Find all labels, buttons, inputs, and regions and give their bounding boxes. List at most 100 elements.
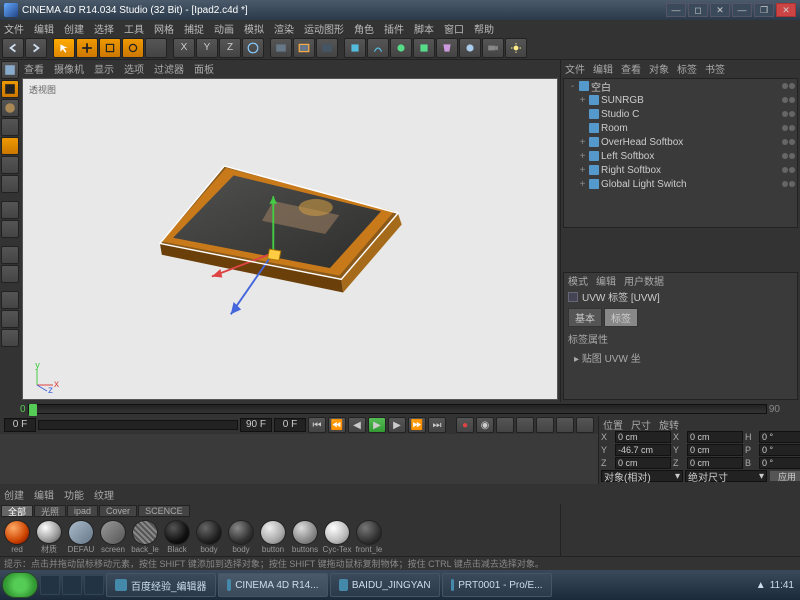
material-screen[interactable]: screen [98, 520, 128, 554]
coord-X-size[interactable]: 0 cm [687, 431, 743, 443]
key-pos-button[interactable] [496, 417, 514, 433]
deformer-object[interactable] [436, 38, 458, 58]
workplane-z[interactable] [1, 329, 19, 347]
coord-Y-size[interactable]: 0 cm [687, 444, 743, 456]
mattab-Cover[interactable]: Cover [99, 505, 137, 517]
key-pla-button[interactable] [576, 417, 594, 433]
menu-动画[interactable]: 动画 [214, 21, 234, 36]
spline-pen[interactable] [367, 38, 389, 58]
material-body[interactable]: body [194, 520, 224, 554]
coord-Z-size[interactable]: 0 cm [687, 457, 743, 469]
nurbs-object[interactable] [390, 38, 412, 58]
matmenu-编辑[interactable]: 编辑 [34, 487, 54, 502]
material-DEFAU[interactable]: DEFAU [66, 520, 96, 554]
quicklaunch-2[interactable] [62, 575, 82, 595]
material-red[interactable]: red [2, 520, 32, 554]
z-axis-lock[interactable]: Z [219, 38, 241, 58]
render-region[interactable] [293, 38, 315, 58]
menu-帮助[interactable]: 帮助 [474, 21, 494, 36]
coord-mode-1[interactable]: 对象(相对)▾ [601, 470, 683, 482]
primitive-cube[interactable] [344, 38, 366, 58]
tree-item[interactable]: +Left Softbox [564, 149, 797, 163]
close-button[interactable]: ✕ [776, 3, 796, 17]
range-slider[interactable] [38, 420, 238, 430]
coord-Y-pos[interactable]: -46.7 cm [615, 444, 671, 456]
menu-文件[interactable]: 文件 [4, 21, 24, 36]
minimize-outer-button[interactable]: — [732, 3, 752, 17]
material-list[interactable]: red材质DEFAUscreenback_leBlackbodybodybutt… [0, 518, 560, 556]
attr-uvw-row[interactable]: 贴图 UVW 坐 [582, 354, 641, 365]
task-item[interactable]: CINEMA 4D R14... [218, 573, 328, 597]
tree-item[interactable]: +Global Light Switch [564, 177, 797, 191]
next-frame-button[interactable]: ▶ [388, 417, 406, 433]
mattab-SCENCE[interactable]: SCENCE [138, 505, 190, 517]
material-front_le[interactable]: front_le [354, 520, 384, 554]
coord-X-pos[interactable]: 0 cm [615, 431, 671, 443]
task-item[interactable]: PRT0001 - Pro/E... [442, 573, 552, 597]
menu-渲染[interactable]: 渲染 [274, 21, 294, 36]
viewport[interactable]: 透视图 [22, 78, 558, 400]
axis-mode[interactable] [1, 201, 19, 219]
matmenu-创建[interactable]: 创建 [4, 487, 24, 502]
menu-模拟[interactable]: 模拟 [244, 21, 264, 36]
edge-mode[interactable] [1, 156, 19, 174]
snap-toggle[interactable] [1, 246, 19, 264]
key-param-button[interactable] [556, 417, 574, 433]
make-editable[interactable] [1, 61, 19, 79]
menu-窗口[interactable]: 窗口 [444, 21, 464, 36]
restore-button[interactable]: ❐ [754, 3, 774, 17]
mattab-ipad[interactable]: ipad [67, 505, 98, 517]
object-tree[interactable]: -空白+SUNRGBStudio CRoom+OverHead Softbox+… [563, 78, 798, 228]
objtab-文件[interactable]: 文件 [565, 61, 585, 76]
light-object[interactable] [505, 38, 527, 58]
quicklaunch-3[interactable] [84, 575, 104, 595]
vpmenu-查看[interactable]: 查看 [24, 61, 44, 76]
tray-icon[interactable]: ▲ [756, 580, 766, 591]
prev-key-button[interactable]: ⏪ [328, 417, 346, 433]
menu-角色[interactable]: 角色 [354, 21, 374, 36]
material-button[interactable]: button [258, 520, 288, 554]
attrbtn-标签[interactable]: 标签 [604, 308, 638, 327]
undo-button[interactable] [2, 38, 24, 58]
redo-button[interactable] [25, 38, 47, 58]
generator-object[interactable] [413, 38, 435, 58]
environment-object[interactable] [459, 38, 481, 58]
clock[interactable]: 11:41 [770, 580, 794, 591]
material-back_le[interactable]: back_le [130, 520, 160, 554]
coord-P-rot[interactable]: 0 ° [759, 444, 800, 456]
coord-Z-pos[interactable]: 0 cm [615, 457, 671, 469]
menu-插件[interactable]: 插件 [384, 21, 404, 36]
rotate-tool[interactable] [122, 38, 144, 58]
menu-运动图形[interactable]: 运动图形 [304, 21, 344, 36]
close-inner-button[interactable]: ✕ [710, 3, 730, 17]
key-rot-button[interactable] [536, 417, 554, 433]
timeline[interactable]: 0 90 [0, 402, 800, 416]
frame-start-input[interactable]: 0 F [4, 418, 36, 432]
camera-object[interactable] [482, 38, 504, 58]
menu-编辑[interactable]: 编辑 [34, 21, 54, 36]
workplane-y[interactable] [1, 310, 19, 328]
coord-mode-2[interactable]: 绝对尺寸▾ [685, 470, 767, 482]
coord-system[interactable] [242, 38, 264, 58]
material-buttons[interactable]: buttons [290, 520, 320, 554]
last-tool[interactable] [145, 38, 167, 58]
tree-item[interactable]: +OverHead Softbox [564, 135, 797, 149]
goto-end-button[interactable]: ⏭ [428, 417, 446, 433]
mattab-全部[interactable]: 全部 [1, 505, 33, 517]
timeline-track[interactable] [28, 404, 767, 414]
start-button[interactable] [2, 572, 38, 598]
prev-frame-button[interactable]: ◀ [348, 417, 366, 433]
frame-end-input[interactable]: 90 F [240, 418, 272, 432]
key-scale-button[interactable] [516, 417, 534, 433]
goto-start-button[interactable]: ⏮ [308, 417, 326, 433]
texture-mode[interactable] [1, 99, 19, 117]
model-mode[interactable] [1, 80, 19, 98]
menu-捕捉[interactable]: 捕捉 [184, 21, 204, 36]
snap-settings[interactable] [1, 265, 19, 283]
attrbtn-基本[interactable]: 基本 [568, 308, 602, 327]
maximize-button[interactable]: ◻ [688, 3, 708, 17]
objtab-编辑[interactable]: 编辑 [593, 61, 613, 76]
objtab-对象[interactable]: 对象 [649, 61, 669, 76]
material-材质[interactable]: 材质 [34, 520, 64, 554]
next-key-button[interactable]: ⏩ [408, 417, 426, 433]
